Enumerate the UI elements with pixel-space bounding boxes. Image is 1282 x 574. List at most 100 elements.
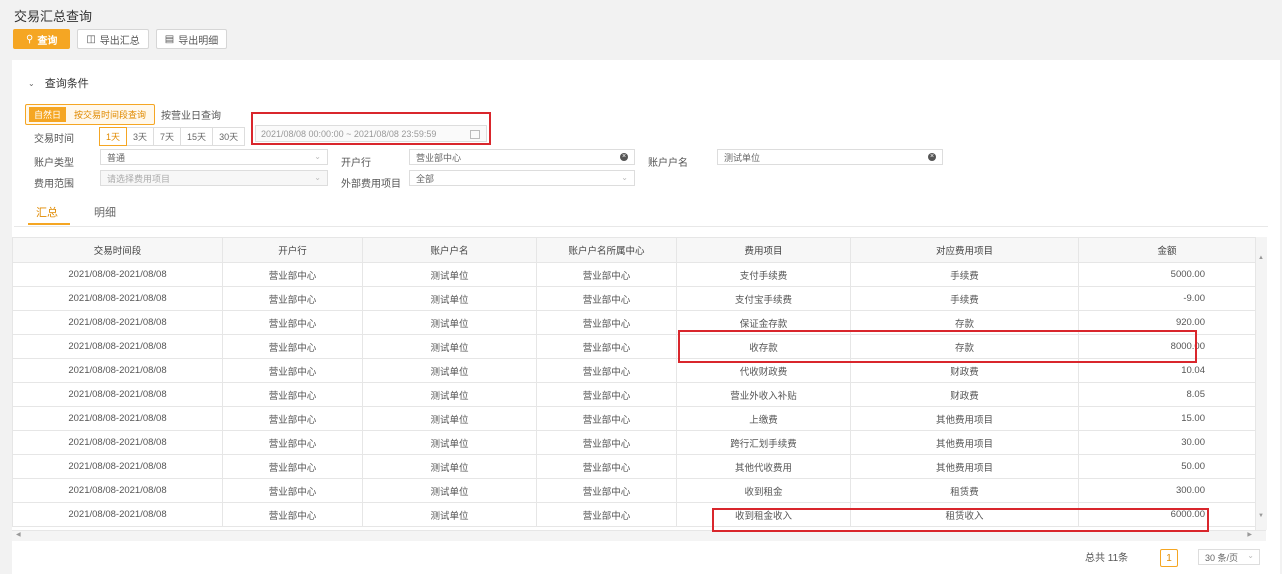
time-option-30d[interactable]: 30天 — [212, 127, 246, 146]
column-header[interactable]: 金额 — [1078, 237, 1256, 263]
table-row[interactable]: 2021/08/08-2021/08/08 营业部中心 测试单位 营业部中心 收到租金租… — [12, 478, 1256, 503]
view-tabs: 汇总 明细 — [14, 198, 1268, 227]
column-header[interactable]: 对应费用项目 — [850, 237, 1079, 263]
table-cell: 营业部中心 — [222, 358, 363, 383]
column-header[interactable]: 交易时间段 — [12, 237, 223, 263]
scroll-up-icon[interactable]: ▲ — [1258, 255, 1264, 261]
table-cell: 营业部中心 — [222, 334, 363, 359]
table-row[interactable]: 2021/08/08-2021/08/08 营业部中心 测试单位 营业部中心 营业外收入… — [12, 382, 1256, 407]
filter-header[interactable]: ⌄ 查询条件 — [28, 75, 89, 91]
chevron-down-icon: ⌄ — [621, 173, 628, 182]
time-option-15d[interactable]: 15天 — [180, 127, 214, 146]
table-cell: 2021/08/08-2021/08/08 — [12, 478, 223, 503]
page-number-current[interactable]: 1 — [1160, 549, 1178, 567]
scroll-right-icon[interactable]: ▶ — [1247, 531, 1252, 538]
table-cell: 2021/08/08-2021/08/08 — [12, 454, 223, 479]
export-summary-button[interactable]: ◫ 导出汇总 — [77, 29, 149, 49]
table-row[interactable]: 2021/08/08-2021/08/08 营业部中心 测试单位 营业部中心 其他代收费… — [12, 454, 1256, 479]
table-cell: 租赁费 — [850, 478, 1079, 503]
scroll-down-icon[interactable]: ▼ — [1258, 513, 1264, 519]
table-cell: 营业部中心 — [536, 286, 677, 311]
mode-tab-time-range[interactable]: 按交易时间段查询 — [69, 107, 151, 122]
tab-detail[interactable]: 明细 — [94, 204, 116, 220]
account-type-select[interactable]: 普通 ⌄ — [100, 149, 328, 165]
table-row[interactable]: 2021/08/08-2021/08/08 营业部中心 测试单位 营业部中心 跨行汇划手… — [12, 430, 1256, 455]
tab-summary[interactable]: 汇总 — [36, 204, 58, 220]
active-tab-indicator — [28, 223, 70, 225]
table-cell: 测试单位 — [362, 358, 537, 383]
table-cell: 其他费用项目 — [850, 454, 1079, 479]
query-mode-box: 自然日 按交易时间段查询 — [25, 104, 156, 125]
fee-range-select[interactable]: 请选择费用项目 ⌄ — [100, 170, 328, 186]
table-row[interactable]: 2021/08/08-2021/08/08 营业部中心 测试单位 营业部中心 支付宝手续… — [12, 286, 1256, 311]
external-fee-select[interactable]: 全部 ⌄ — [409, 170, 635, 186]
table-cell: 2021/08/08-2021/08/08 — [12, 358, 223, 383]
time-option-1d[interactable]: 1天 — [99, 127, 128, 146]
clear-icon[interactable]: × — [620, 153, 628, 161]
table-cell: 保证金存款 — [676, 310, 851, 335]
table-cell: 8.05 — [1078, 382, 1256, 407]
table-cell: 营业部中心 — [536, 406, 677, 431]
table-row[interactable]: 2021/08/08-2021/08/08 营业部中心 测试单位 营业部中心 支付手续费… — [12, 262, 1256, 287]
chevron-down-icon: ⌄ — [314, 173, 321, 182]
table-body: 2021/08/08-2021/08/08 营业部中心 测试单位 营业部中心 支付手续费… — [12, 262, 1256, 527]
table-cell: 营业部中心 — [222, 286, 363, 311]
vertical-scrollbar[interactable]: ▲ ▼ — [1255, 237, 1267, 530]
horizontal-scrollbar[interactable]: ◀ ▶ — [12, 530, 1266, 541]
column-header[interactable]: 账户户名 — [362, 237, 537, 263]
table-cell: 测试单位 — [362, 406, 537, 431]
mode-tab-natural-day[interactable]: 自然日 — [29, 107, 67, 122]
table-cell: 测试单位 — [362, 478, 537, 503]
column-header[interactable]: 费用项目 — [676, 237, 851, 263]
query-button[interactable]: ⚲ 查询 — [13, 29, 71, 49]
fee-range-label: 费用范围 — [34, 179, 74, 190]
column-header[interactable]: 账户户名所属中心 — [536, 237, 677, 263]
table-cell: 存款 — [850, 310, 1079, 335]
query-mode-tabs: 自然日 按交易时间段查询 按营业日查询 — [25, 104, 221, 125]
table-cell: 其他费用项目 — [850, 430, 1079, 455]
table-cell: 920.00 — [1078, 310, 1256, 335]
export-detail-button[interactable]: ▤ 导出明细 — [155, 29, 228, 49]
table-cell: 营业部中心 — [536, 502, 677, 527]
table-cell: 2021/08/08-2021/08/08 — [12, 430, 223, 455]
branch-input[interactable]: 营业部中心 × — [409, 149, 635, 165]
table-cell: 收到租金收入 — [676, 502, 851, 527]
table-cell: 支付宝手续费 — [676, 286, 851, 311]
table-row[interactable]: 2021/08/08-2021/08/08 营业部中心 测试单位 营业部中心 收到租金收… — [12, 502, 1256, 527]
table-row[interactable]: 2021/08/08-2021/08/08 营业部中心 测试单位 营业部中心 上缴费 其他… — [12, 406, 1256, 431]
table-row[interactable]: 2021/08/08-2021/08/08 营业部中心 测试单位 营业部中心 保证金存款… — [12, 310, 1256, 335]
table-cell: 财政费 — [850, 358, 1079, 383]
table-cell: 测试单位 — [362, 382, 537, 407]
holder-label: 账户户名 — [648, 158, 688, 169]
pager-size: 30 条/页 ⌄ — [1198, 549, 1260, 565]
table-cell: 营业部中心 — [536, 262, 677, 287]
table-cell: 营业部中心 — [222, 454, 363, 479]
holder-input[interactable]: 测试单位 × — [717, 149, 943, 165]
chevron-down-icon: ⌄ — [1247, 551, 1254, 560]
table-cell: 支付手续费 — [676, 262, 851, 287]
time-label: 交易时间 — [34, 134, 74, 145]
table-cell: 跨行汇划手续费 — [676, 430, 851, 455]
table-cell: 营业部中心 — [536, 478, 677, 503]
table-cell: 测试单位 — [362, 430, 537, 455]
mode-tab-business-day[interactable]: 按营业日查询 — [161, 107, 221, 122]
date-range-input[interactable]: 2021/08/08 00:00:00 ~ 2021/08/08 23:59:5… — [255, 125, 487, 142]
external-fee-label: 外部费用项目 — [341, 179, 401, 190]
time-option-7d[interactable]: 7天 — [153, 127, 182, 146]
table-cell: 手续费 — [850, 262, 1079, 287]
clear-icon[interactable]: × — [928, 153, 936, 161]
search-icon: ⚲ — [26, 33, 34, 45]
table-cell: 15.00 — [1078, 406, 1256, 431]
column-header[interactable]: 开户行 — [222, 237, 363, 263]
table-cell: 其他费用项目 — [850, 406, 1079, 431]
table-row[interactable]: 2021/08/08-2021/08/08 营业部中心 测试单位 营业部中心 收存款 存款… — [12, 334, 1256, 359]
table-cell: 手续费 — [850, 286, 1079, 311]
time-range-selector: 1天 3天 7天 15天 30天 — [99, 127, 246, 146]
table-cell: 营业部中心 — [222, 310, 363, 335]
branch-label: 开户行 — [341, 158, 371, 169]
table-row[interactable]: 2021/08/08-2021/08/08 营业部中心 测试单位 营业部中心 代收财政费… — [12, 358, 1256, 383]
time-option-3d[interactable]: 3天 — [126, 127, 155, 146]
scroll-left-icon[interactable]: ◀ — [16, 531, 21, 538]
pager-current: 1 — [1160, 549, 1178, 567]
page-size-select[interactable]: 30 条/页 ⌄ — [1198, 549, 1260, 565]
